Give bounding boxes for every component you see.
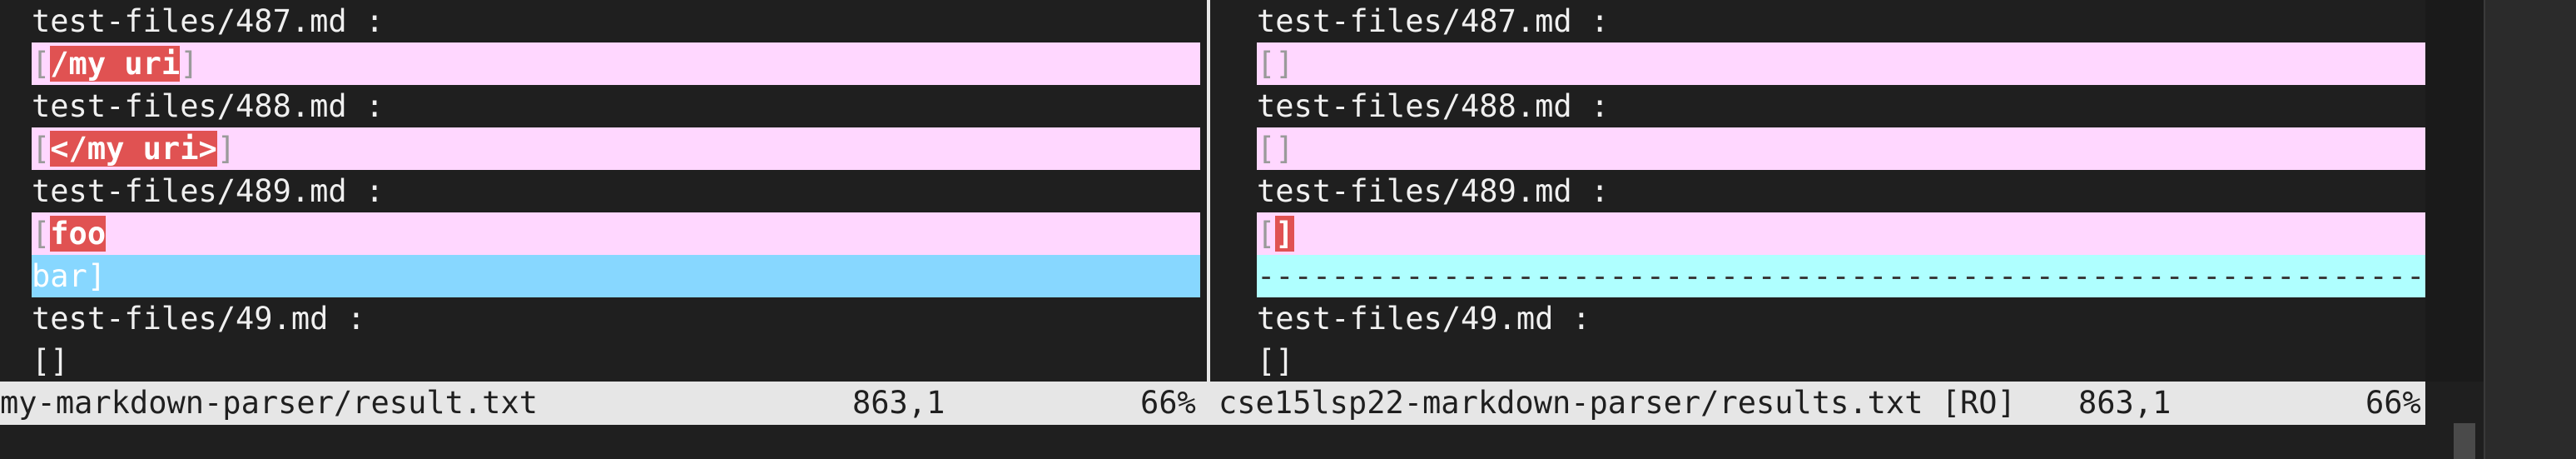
- diff-highlight-text: foo: [50, 216, 107, 252]
- diff-highlight-text: ]: [1275, 216, 1294, 252]
- scrollbar-track[interactable]: [2484, 0, 2576, 459]
- right-normal-line: test-files/487.md :: [1257, 0, 2425, 42]
- line-text: [: [1257, 216, 1276, 252]
- left-status-position: 863,1: [852, 385, 946, 421]
- line-text: test-files/487.md :: [32, 3, 385, 39]
- right-status-position: 863,1: [2078, 385, 2171, 421]
- left-changed-line: [/my uri]: [32, 42, 1200, 85]
- line-text: test-files/489.md :: [32, 173, 385, 209]
- diff-highlight-text: /my uri: [50, 46, 181, 82]
- right-status-filename: cse15lsp22-markdown-parser/results.txt […: [1219, 385, 2016, 421]
- line-text: []: [1257, 46, 1294, 82]
- line-text: test-files/49.md :: [1257, 301, 1591, 337]
- right-diff-pane[interactable]: test-files/487.md : [] test-files/488.md :…: [1217, 0, 2425, 382]
- left-normal-line: test-files/487.md :: [32, 0, 1200, 42]
- line-text: ]: [180, 46, 199, 82]
- left-normal-line: test-files/489.md :: [32, 170, 1200, 212]
- status-separator: [1200, 382, 1217, 425]
- line-text: bar]: [32, 258, 107, 294]
- left-status-line: my-markdown-parser/result.txt 863,1 66%: [0, 382, 1200, 425]
- left-normal-line: test-files/488.md :: [32, 85, 1200, 127]
- split-bar: [1207, 0, 1210, 382]
- diff-highlight-text: </my uri>: [50, 131, 217, 167]
- command-line[interactable]: [0, 425, 2425, 459]
- right-normal-line: test-files/489.md :: [1257, 170, 2425, 212]
- line-text: [: [32, 46, 51, 82]
- vertical-split-separator[interactable]: [1200, 0, 1217, 382]
- right-changed-line: []: [1257, 127, 2425, 170]
- left-status-filename: my-markdown-parser/result.txt: [0, 385, 539, 421]
- line-text: test-files/489.md :: [1257, 173, 1610, 209]
- right-normal-line: test-files/49.md :: [1257, 297, 2425, 340]
- right-changed-line: []: [1257, 42, 2425, 85]
- line-text: test-files/487.md :: [1257, 3, 1610, 39]
- line-text: [: [32, 131, 51, 167]
- left-normal-line: []: [32, 340, 1200, 382]
- line-text: ----------------------------------------…: [1257, 258, 2425, 294]
- right-normal-line: test-files/488.md :: [1257, 85, 2425, 127]
- left-changed-line: [</my uri>]: [32, 127, 1200, 170]
- line-text: ]: [216, 131, 236, 167]
- line-text: test-files/49.md :: [32, 301, 365, 337]
- scrollbar-rail: [2484, 0, 2485, 459]
- line-text: []: [32, 343, 69, 379]
- right-normal-line: []: [1257, 340, 2425, 382]
- line-text: []: [1257, 131, 1294, 167]
- right-filler-line: ----------------------------------------…: [1257, 255, 2425, 297]
- vim-diff-window: test-files/487.md : [/my uri] test-files/4…: [0, 0, 2576, 459]
- right-status-line: cse15lsp22-markdown-parser/results.txt […: [1217, 382, 2425, 425]
- right-changed-line: []: [1257, 212, 2425, 255]
- right-status-percent: 66%: [2365, 385, 2421, 421]
- left-status-percent: 66%: [1140, 385, 1196, 421]
- left-changed-line: [foo: [32, 212, 1200, 255]
- left-normal-line: test-files/49.md :: [32, 297, 1200, 340]
- left-added-line: bar]: [32, 255, 1200, 297]
- window-edge: [2425, 0, 2484, 382]
- line-text: [: [32, 216, 51, 252]
- line-text: test-files/488.md :: [32, 88, 385, 124]
- scrollbar-thumb[interactable]: [2454, 423, 2475, 459]
- line-text: test-files/488.md :: [1257, 88, 1610, 124]
- line-text: []: [1257, 343, 1294, 379]
- left-diff-pane[interactable]: test-files/487.md : [/my uri] test-files/4…: [0, 0, 1200, 382]
